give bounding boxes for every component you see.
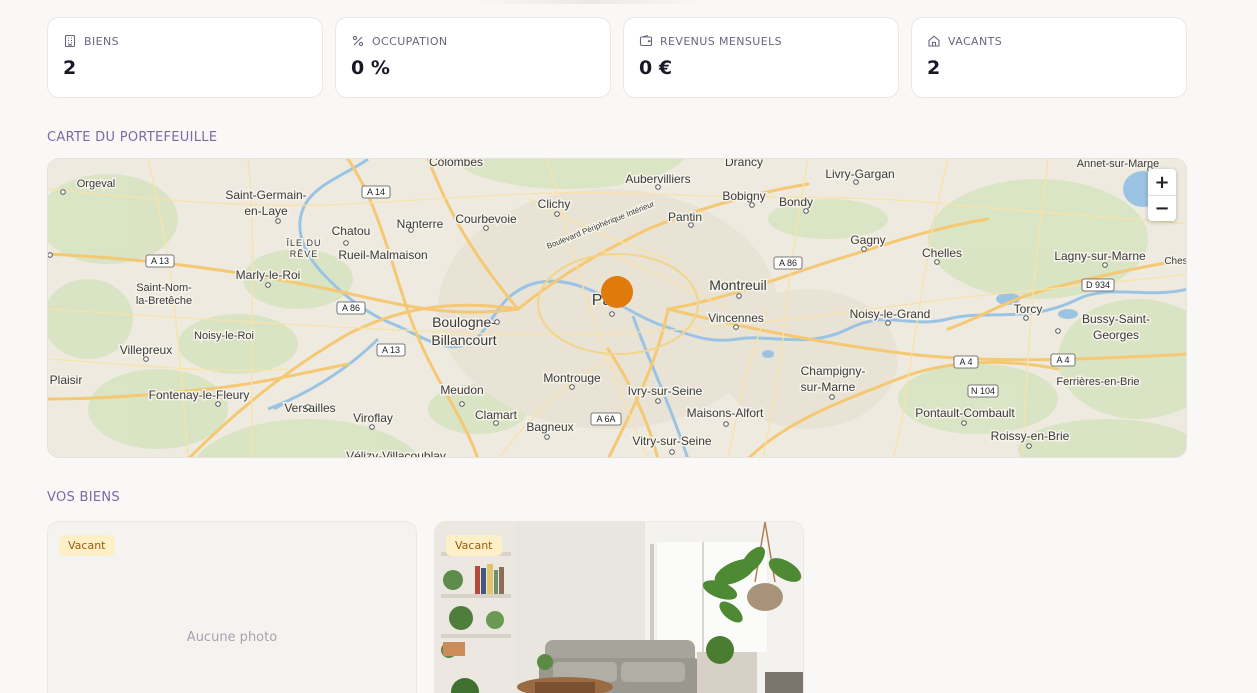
- map-label: Courbevoie: [455, 212, 517, 226]
- map-label: Bussy-Saint-: [1082, 312, 1150, 326]
- map-label: Colombes: [429, 159, 483, 169]
- home-icon: [928, 35, 940, 47]
- map-zoom-control: + −: [1148, 169, 1176, 221]
- stat-value: 2: [927, 57, 941, 79]
- road-shield: A 4: [1056, 355, 1069, 365]
- map-label: Bondy: [779, 195, 813, 209]
- map-label: Viroflay: [353, 411, 393, 425]
- stat-card-vacants: VACANTS 2: [911, 17, 1187, 98]
- map-label: Pantin: [668, 210, 702, 224]
- map-label: Pontault-Combault: [915, 406, 1015, 420]
- stat-label: BIENS: [84, 34, 119, 48]
- map-label: Nanterre: [397, 217, 444, 231]
- map-label: Bagneux: [526, 420, 573, 434]
- zoom-in-button[interactable]: +: [1148, 169, 1176, 195]
- map-label: Chatou: [332, 224, 371, 238]
- map-label: Fontenay-le-Fleury: [149, 388, 250, 402]
- map-label: la-Bretêche: [136, 295, 192, 307]
- map-label: Boulogne-: [432, 314, 496, 330]
- road-shield: A 6A: [596, 414, 615, 424]
- map-label: Marly-le-Roi: [236, 268, 301, 282]
- percent-icon: [352, 35, 364, 47]
- map-label: Plaisir: [50, 373, 83, 387]
- stat-label: VACANTS: [948, 34, 1003, 48]
- property-card[interactable]: Vacant Aucune photo: [47, 521, 417, 693]
- map-label: Billancourt: [431, 332, 496, 348]
- map-label: Maisons-Alfort: [687, 406, 764, 420]
- map-label: Meudon: [440, 383, 483, 397]
- map-label: Vincennes: [708, 311, 764, 325]
- stat-card-revenus: REVENUS MENSUELS 0 €: [623, 17, 899, 98]
- stat-value: 2: [63, 57, 77, 79]
- map-label: Saint-Nom-: [136, 282, 192, 294]
- map-label: sur-Marne: [801, 380, 856, 394]
- property-map-marker[interactable]: [601, 276, 633, 308]
- map-label: Georges: [1093, 328, 1139, 342]
- map-label: Ferrières-en-Brie: [1056, 376, 1139, 388]
- map-label: ÎLE DU: [285, 238, 321, 248]
- map-label: Chelles: [922, 246, 962, 260]
- map-label: Torcy: [1014, 302, 1043, 316]
- stat-value: 0 %: [351, 57, 390, 79]
- map-label: Montreuil: [709, 277, 767, 293]
- road-shield: N 104: [971, 386, 995, 396]
- map-label: Livry-Gargan: [825, 167, 894, 181]
- map-label: Drancy: [725, 159, 763, 169]
- map-tiles[interactable]: A 14 A 13 A 86 A 13 A 86 A 6A A 4 A 4 N …: [48, 159, 1187, 458]
- map-label: Orgeval: [77, 178, 116, 190]
- portfolio-map[interactable]: A 14 A 13 A 86 A 13 A 86 A 6A A 4 A 4 N …: [47, 158, 1187, 458]
- map-label: Noisy-le-Roi: [194, 330, 254, 342]
- map-label: Aubervilliers: [625, 172, 690, 186]
- map-label: Vitry-sur-Seine: [632, 434, 711, 448]
- zoom-out-button[interactable]: −: [1148, 195, 1176, 221]
- status-badge: Vacant: [446, 535, 502, 556]
- road-shield: A 86: [779, 258, 797, 268]
- map-label: Ches: [1164, 256, 1187, 267]
- map-label: Noisy-le-Grand: [850, 307, 931, 321]
- map-label: Roissy-en-Brie: [991, 429, 1070, 443]
- property-grid: Vacant Aucune photo Vacant: [47, 521, 804, 693]
- stat-label: REVENUS MENSUELS: [660, 34, 782, 48]
- road-shield: A 13: [151, 256, 169, 266]
- map-label: Annet-sur-Marne: [1077, 159, 1160, 170]
- map-label: Champigny-: [801, 364, 866, 378]
- road-shield: D 934: [1086, 280, 1110, 290]
- top-scroll-shadow: [470, 0, 710, 4]
- stat-value: 0 €: [639, 57, 673, 79]
- map-label: Clamart: [475, 408, 518, 422]
- road-shield: A 14: [367, 187, 385, 197]
- map-label: Clichy: [538, 197, 571, 211]
- map-label: Montrouge: [543, 371, 601, 385]
- stats-row: BIENS 2 OCCUPATION 0 % REVENUS MENSUELS …: [47, 17, 1187, 98]
- map-section-title: CARTE DU PORTEFEUILLE: [47, 130, 218, 145]
- stat-card-biens: BIENS 2: [47, 17, 323, 98]
- property-card[interactable]: Vacant: [434, 521, 804, 693]
- properties-section-title: VOS BIENS: [47, 490, 120, 505]
- road-shield: A 13: [382, 345, 400, 355]
- stat-card-occupation: OCCUPATION 0 %: [335, 17, 611, 98]
- map-label: Villepreux: [120, 343, 172, 357]
- map-label: Gagny: [850, 233, 885, 247]
- map-label: Bobigny: [722, 189, 765, 203]
- stat-label: OCCUPATION: [372, 34, 448, 48]
- road-shield: A 4: [959, 357, 972, 367]
- building-icon: [64, 34, 76, 48]
- map-label: Ivry-sur-Seine: [628, 384, 703, 398]
- status-badge: Vacant: [59, 535, 115, 556]
- map-label: Saint-Germain-: [225, 188, 306, 202]
- map-label: en-Laye: [244, 204, 288, 218]
- map-label: RÊVE: [290, 249, 319, 259]
- wallet-icon: [639, 34, 653, 47]
- map-label: Lagny-sur-Marne: [1054, 249, 1146, 263]
- road-shield: A 86: [342, 303, 360, 313]
- no-photo-placeholder: Aucune photo: [186, 630, 278, 645]
- map-label: Vélizy-Villacoublay: [346, 449, 446, 458]
- map-label: Rueil-Malmaison: [338, 248, 427, 262]
